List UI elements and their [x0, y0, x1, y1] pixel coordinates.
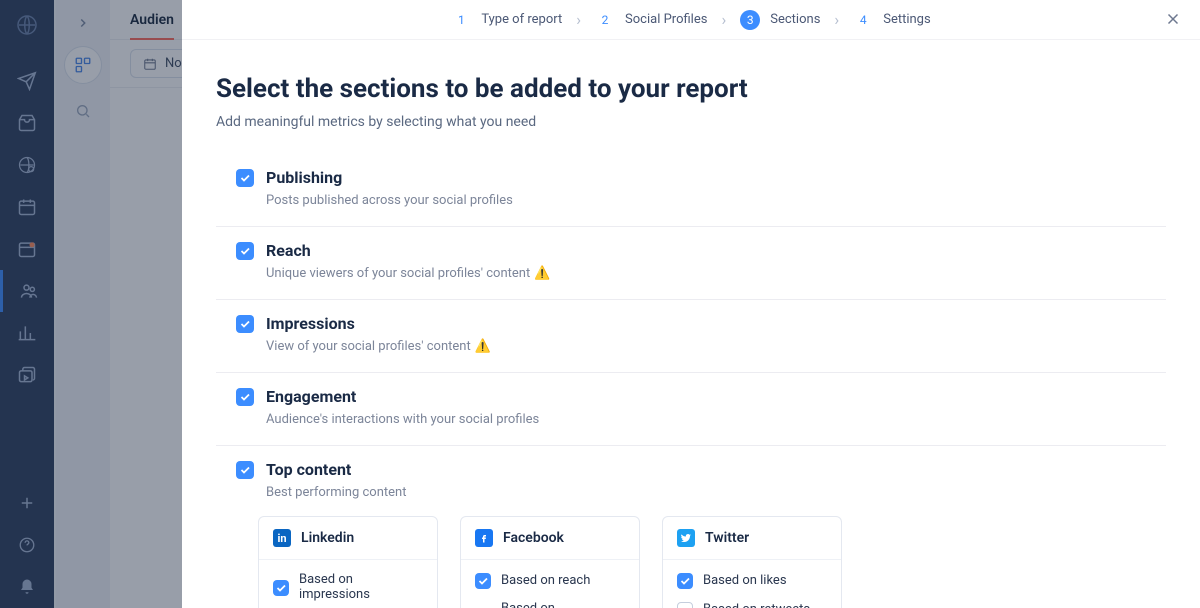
section-title: Reach	[266, 241, 550, 260]
section-title: Impressions	[266, 314, 491, 333]
checkbox-impressions[interactable]	[236, 315, 254, 333]
facebook-icon	[475, 529, 493, 547]
checkbox-top-content[interactable]	[236, 461, 254, 479]
breadcrumb-step-1[interactable]: 1 Type of report	[451, 10, 562, 30]
breadcrumb-step-2[interactable]: 2 Social Profiles	[595, 10, 707, 30]
close-icon	[1164, 10, 1182, 28]
checkbox-reach[interactable]	[236, 242, 254, 260]
section-desc: Unique viewers of your social profiles' …	[266, 266, 550, 281]
warning-icon: ⚠️	[534, 266, 550, 281]
chevron-right-icon: ›	[834, 10, 839, 29]
section-desc: Audience's interactions with your social…	[266, 412, 539, 427]
modal-title: Select the sections to be added to your …	[216, 74, 1166, 104]
checkbox-icon	[475, 573, 491, 589]
option-twitter-likes[interactable]: Based on likes	[677, 572, 827, 589]
section-engagement: Engagement Audience's interactions with …	[216, 373, 1166, 446]
card-title: Twitter	[705, 530, 749, 546]
option-facebook-reach[interactable]: Based on reach	[475, 572, 625, 589]
breadcrumb-step-3[interactable]: 3 Sections	[740, 10, 820, 30]
checkbox-publishing[interactable]	[236, 169, 254, 187]
checkbox-engagement[interactable]	[236, 388, 254, 406]
option-linkedin-impressions[interactable]: Based on impressions	[273, 572, 423, 602]
section-title: Engagement	[266, 387, 539, 406]
section-top-content: Top content Best performing content in L…	[216, 446, 1166, 608]
option-facebook-impressions[interactable]: Based on impressions	[475, 601, 625, 608]
section-reach: Reach Unique viewers of your social prof…	[216, 227, 1166, 300]
section-impressions: Impressions View of your social profiles…	[216, 300, 1166, 373]
section-desc: Best performing content	[266, 485, 406, 500]
card-title: Facebook	[503, 530, 564, 546]
breadcrumb-step-4[interactable]: 4 Settings	[853, 10, 930, 30]
section-desc: Posts published across your social profi…	[266, 193, 513, 208]
section-title: Publishing	[266, 168, 513, 187]
section-title: Top content	[266, 460, 406, 479]
report-wizard-modal: 1 Type of report › 2 Social Profiles › 3…	[182, 0, 1200, 608]
option-twitter-retweets[interactable]: Based on retweets	[677, 601, 827, 608]
warning-icon: ⚠️	[475, 339, 491, 354]
twitter-icon	[677, 529, 695, 547]
checkbox-icon	[273, 580, 289, 596]
card-linkedin: in Linkedin Based on impressions Based o…	[258, 516, 438, 608]
checkbox-icon	[677, 573, 693, 589]
chevron-right-icon: ›	[576, 10, 581, 29]
card-facebook: Facebook Based on reach Based on impress…	[460, 516, 640, 608]
wizard-breadcrumb: 1 Type of report › 2 Social Profiles › 3…	[182, 0, 1200, 40]
chevron-right-icon: ›	[721, 10, 726, 29]
card-title: Linkedin	[301, 530, 354, 546]
close-button[interactable]	[1164, 10, 1182, 32]
card-twitter: Twitter Based on likes Based on retweets	[662, 516, 842, 608]
checkbox-icon	[677, 602, 693, 608]
linkedin-icon: in	[273, 529, 291, 547]
modal-subtitle: Add meaningful metrics by selecting what…	[216, 114, 1166, 130]
section-desc: View of your social profiles' content ⚠️	[266, 339, 491, 354]
section-publishing: Publishing Posts published across your s…	[216, 154, 1166, 227]
